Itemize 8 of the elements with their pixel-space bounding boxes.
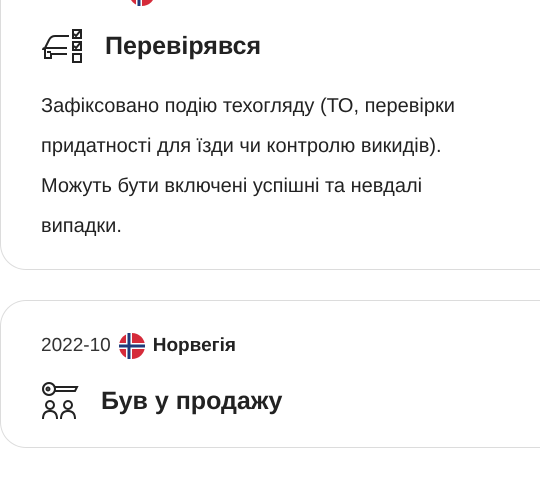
event-description: Зафіксовано подію техогляду (ТО, перевірки придатності для їзди чи контролю викидів). Можуть бути включені успішні та невдалі випадки. [41, 94, 456, 239]
key-people-icon [41, 381, 81, 421]
event-title: Був у продажу [101, 386, 282, 416]
flag-icon [118, 333, 145, 359]
event-date: 2022-10 [41, 335, 111, 357]
car-checklist-icon [41, 28, 85, 64]
event-title: Перевірявся [105, 32, 262, 60]
event-country: Норвегія [152, 335, 236, 357]
